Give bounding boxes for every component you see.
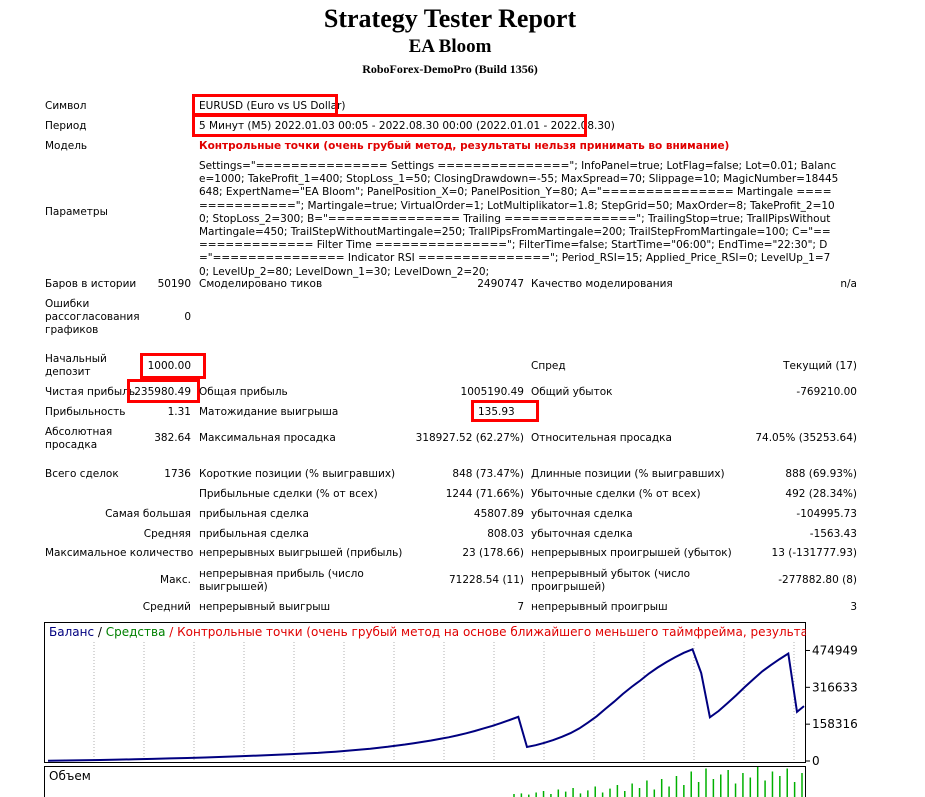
params-label: Параметры	[45, 206, 108, 218]
errors-label: графиков	[45, 324, 99, 336]
profit-trades-label: Прибыльные сделки (% от всех)	[199, 488, 378, 500]
profit-factor-label: Прибыльность	[45, 406, 126, 418]
errors-value: 0	[184, 311, 191, 323]
avg-cons-wins-value: 7	[517, 601, 524, 613]
average-loss-label: убыточная сделка	[531, 528, 633, 540]
symbol-label: Символ	[45, 100, 87, 112]
max-cons-wins-value: 23 (178.66)	[462, 547, 524, 559]
legend-balance: Баланс	[49, 625, 94, 639]
highlight-box	[192, 114, 587, 137]
y-axis-ticks: 474949 316633 158316 0	[805, 643, 858, 768]
bars-value: 50190	[157, 278, 191, 290]
quality-value: n/a	[840, 278, 857, 290]
max-cons-loss-label: проигрышей)	[531, 581, 606, 593]
max-cons-losses-value: 13 (-131777.93)	[771, 547, 857, 559]
max-cons-profit-label: выигрышей)	[199, 581, 268, 593]
max-drawdown-label: Максимальная просадка	[199, 432, 336, 444]
largest-loss-value: -104995.73	[796, 508, 857, 520]
balance-chart: Баланс / Средства / Контрольные точки (о…	[44, 622, 891, 797]
legend-separator: /	[94, 625, 106, 639]
model-value: Контрольные точки (очень грубый метод, р…	[199, 140, 730, 152]
largest-profit-value: 45807.89	[473, 508, 524, 520]
loss-trades-value: 492 (28.34%)	[785, 488, 857, 500]
deposit-label: депозит	[45, 366, 91, 378]
max-drawdown-value: 318927.52 (62.27%)	[415, 432, 524, 444]
volume-label: Объем	[49, 769, 91, 783]
expected-payoff-label: Матожидание выигрыша	[199, 406, 339, 418]
spread-value: Текущий (17)	[783, 360, 857, 372]
abs-drawdown-value: 382.64	[154, 432, 191, 444]
max-label: Макс.	[160, 574, 191, 586]
max-cons-loss-value: -277882.80 (8)	[778, 574, 857, 586]
largest-label: Самая большая	[105, 508, 191, 520]
quality-label: Качество моделирования	[531, 278, 673, 290]
max-cons-wins-label: непрерывных выигрышей (прибыль)	[199, 547, 403, 559]
max-count-label: Максимальное количество	[45, 547, 194, 559]
errors-label: Ошибки	[45, 298, 90, 310]
highlight-box	[471, 400, 539, 422]
y-tick-label: 474949	[812, 643, 858, 657]
average-loss-value: -1563.43	[809, 528, 857, 540]
avg-cons-losses-value: 3	[850, 601, 857, 613]
abs-drawdown-label: просадка	[45, 439, 98, 451]
avg-cons-losses-label: непрерывный проигрыш	[531, 601, 668, 613]
max-cons-loss-label: непрерывный убыток (число	[531, 568, 691, 580]
highlight-box	[127, 379, 200, 403]
svg-text:Баланс / Средства / Контрольны: Баланс / Средства / Контрольные точки (о…	[49, 625, 891, 639]
max-cons-profit-value: 71228.54 (11)	[449, 574, 524, 586]
spread-label: Спред	[531, 360, 566, 372]
max-cons-profit-label: непрерывная прибыль (число	[199, 568, 364, 580]
y-tick-label: 316633	[812, 680, 858, 694]
profit-trades-value: 1244 (71.66%)	[445, 488, 524, 500]
gross-profit-label: Общая прибыль	[199, 386, 288, 398]
avg-label: Средний	[142, 601, 191, 613]
max-cons-losses-label: непрерывных проигрышей (убыток)	[531, 547, 732, 559]
chart-legend: Баланс / Средства / Контрольные точки (о…	[49, 625, 891, 639]
ticks-label: Смоделировано тиков	[199, 278, 323, 290]
average-profit-label: прибыльная сделка	[199, 528, 309, 540]
largest-profit-label: прибыльная сделка	[199, 508, 309, 520]
abs-drawdown-label: Абсолютная	[45, 426, 113, 438]
errors-label: рассогласования	[45, 311, 140, 323]
report-title: Strategy Tester Report	[323, 4, 577, 33]
long-positions-label: Длинные позиции (% выигравших)	[531, 468, 725, 480]
rel-drawdown-label: Относительная просадка	[531, 432, 672, 444]
ticks-value: 2490747	[477, 278, 524, 290]
short-positions-label: Короткие позиции (% выигравших)	[199, 468, 396, 480]
total-trades-value: 1736	[164, 468, 191, 480]
deposit-label: Начальный	[45, 353, 107, 365]
rel-drawdown-value: 74.05% (35253.64)	[755, 432, 857, 444]
total-trades-label: Всего сделок	[45, 468, 119, 480]
net-profit-label: Чистая прибыль	[45, 386, 136, 398]
gross-loss-value: -769210.00	[796, 386, 857, 398]
average-label: Средняя	[143, 528, 191, 540]
broker-name: RoboForex-DemoPro (Build 1356)	[362, 62, 538, 76]
long-positions-value: 888 (69.93%)	[785, 468, 857, 480]
short-positions-value: 848 (73.47%)	[452, 468, 524, 480]
legend-model: / Контрольные точки (очень грубый метод …	[165, 625, 891, 639]
highlight-box	[192, 94, 338, 116]
gross-loss-label: Общий убыток	[531, 386, 613, 398]
y-tick-label: 0	[812, 754, 820, 768]
ea-name: EA Bloom	[408, 36, 492, 57]
profit-factor-value: 1.31	[167, 406, 191, 418]
avg-cons-wins-label: непрерывный выигрыш	[199, 601, 331, 613]
period-label: Период	[45, 120, 87, 132]
params-value: Settings="=============== Settings =====…	[199, 160, 839, 278]
highlight-box	[140, 353, 206, 379]
legend-equity: Средства	[106, 625, 166, 639]
gross-profit-value: 1005190.49	[460, 386, 524, 398]
largest-loss-label: убыточная сделка	[531, 508, 633, 520]
y-tick-label: 158316	[812, 717, 858, 731]
model-label: Модель	[45, 140, 88, 152]
loss-trades-label: Убыточные сделки (% от всех)	[531, 488, 701, 500]
average-profit-value: 808.03	[487, 528, 524, 540]
bars-label: Баров в истории	[45, 278, 137, 290]
